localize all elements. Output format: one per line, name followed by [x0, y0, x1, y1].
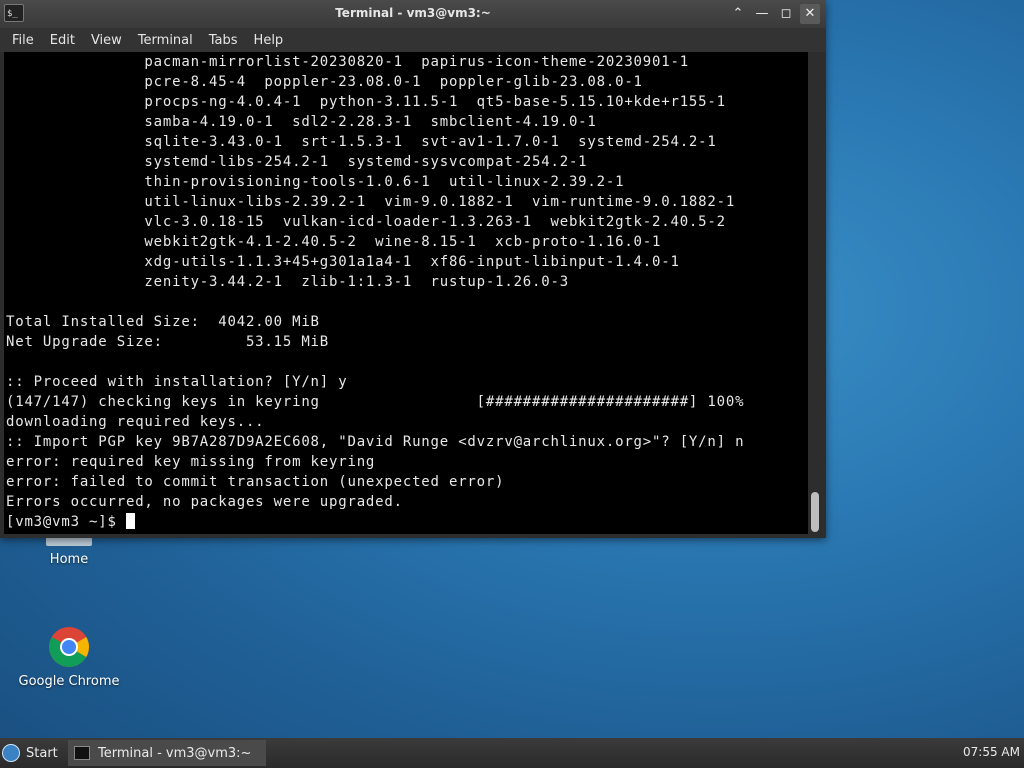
- terminal-line: pacman-mirrorlist-20230820-1 papirus-ico…: [6, 54, 689, 70]
- maximize-button[interactable]: ◻: [776, 4, 796, 24]
- start-label: Start: [26, 745, 58, 761]
- start-button[interactable]: Start: [2, 742, 58, 764]
- terminal-prompt: [vm3@vm3 ~]$: [6, 514, 126, 530]
- clock[interactable]: 07:55 AM: [963, 745, 1020, 759]
- menu-view[interactable]: View: [83, 33, 130, 48]
- desktop-icon-home[interactable]: Home: [14, 536, 124, 567]
- terminal-line: xdg-utils-1.1.3+45+g301a1a4-1 xf86-input…: [6, 254, 680, 270]
- taskbar-item-terminal[interactable]: Terminal - vm3@vm3:~: [68, 740, 266, 766]
- terminal-line: Errors occurred, no packages were upgrad…: [6, 494, 403, 510]
- desktop-icon-label: Home: [49, 552, 89, 567]
- terminal-line: :: Proceed with installation? [Y/n] y: [6, 374, 348, 390]
- menu-file[interactable]: File: [4, 33, 42, 48]
- terminal-output[interactable]: pacman-mirrorlist-20230820-1 papirus-ico…: [4, 52, 808, 534]
- terminal-line: procps-ng-4.0.4-1 python-3.11.5-1 qt5-ba…: [6, 94, 726, 110]
- terminal-line: vlc-3.0.18-15 vulkan-icd-loader-1.3.263-…: [6, 214, 726, 230]
- scrollbar-thumb[interactable]: [811, 492, 819, 532]
- desktop-icon-label: Google Chrome: [18, 674, 120, 689]
- terminal-line: zenity-3.44.2-1 zlib-1:1.3-1 rustup-1.26…: [6, 274, 569, 290]
- window-title: Terminal - vm3@vm3:~: [335, 6, 491, 20]
- menu-help[interactable]: Help: [246, 33, 292, 48]
- chrome-icon: [48, 626, 90, 668]
- start-logo-icon: [2, 744, 20, 762]
- terminal-line: downloading required keys...: [6, 414, 265, 430]
- window-titlebar[interactable]: $_ Terminal - vm3@vm3:~ ⌃ — ◻ ✕: [0, 0, 826, 28]
- menu-terminal[interactable]: Terminal: [130, 33, 201, 48]
- terminal-task-icon: [74, 746, 90, 760]
- terminal-cursor: [125, 513, 135, 529]
- menu-tabs[interactable]: Tabs: [201, 33, 246, 48]
- terminal-line: error: failed to commit transaction (une…: [6, 474, 505, 490]
- terminal-line: error: required key missing from keyring: [6, 454, 376, 470]
- terminal-line: pcre-8.45-4 poppler-23.08.0-1 poppler-gl…: [6, 74, 643, 90]
- terminal-line: samba-4.19.0-1 sdl2-2.28.3-1 smbclient-4…: [6, 114, 597, 130]
- terminal-line: (147/147) checking keys in keyring [####…: [6, 394, 745, 410]
- task-label: Terminal - vm3@vm3:~: [98, 745, 252, 761]
- terminal-scrollbar[interactable]: [808, 52, 822, 534]
- taskbar: Start Terminal - vm3@vm3:~ 07:55 AM: [0, 738, 1024, 768]
- minimize-button[interactable]: —: [752, 4, 772, 24]
- terminal-line: Net Upgrade Size: 53.15 MiB: [6, 334, 330, 350]
- close-button[interactable]: ✕: [800, 4, 820, 24]
- terminal-line: Total Installed Size: 4042.00 MiB: [6, 314, 320, 330]
- rollup-button[interactable]: ⌃: [728, 4, 748, 24]
- menu-bar: File Edit View Terminal Tabs Help: [0, 28, 826, 52]
- desktop-icon-chrome[interactable]: Google Chrome: [14, 626, 124, 689]
- terminal-line: :: Import PGP key 9B7A287D9A2EC608, "Dav…: [6, 434, 745, 450]
- menu-edit[interactable]: Edit: [42, 33, 83, 48]
- terminal-line: sqlite-3.43.0-1 srt-1.5.3-1 svt-av1-1.7.…: [6, 134, 717, 150]
- terminal-line: systemd-libs-254.2-1 systemd-sysvcompat-…: [6, 154, 588, 170]
- terminal-line: thin-provisioning-tools-1.0.6-1 util-lin…: [6, 174, 625, 190]
- terminal-line: util-linux-libs-2.39.2-1 vim-9.0.1882-1 …: [6, 194, 736, 210]
- terminal-line: webkit2gtk-4.1-2.40.5-2 wine-8.15-1 xcb-…: [6, 234, 662, 250]
- terminal-window: $_ Terminal - vm3@vm3:~ ⌃ — ◻ ✕ File Edi…: [0, 0, 826, 538]
